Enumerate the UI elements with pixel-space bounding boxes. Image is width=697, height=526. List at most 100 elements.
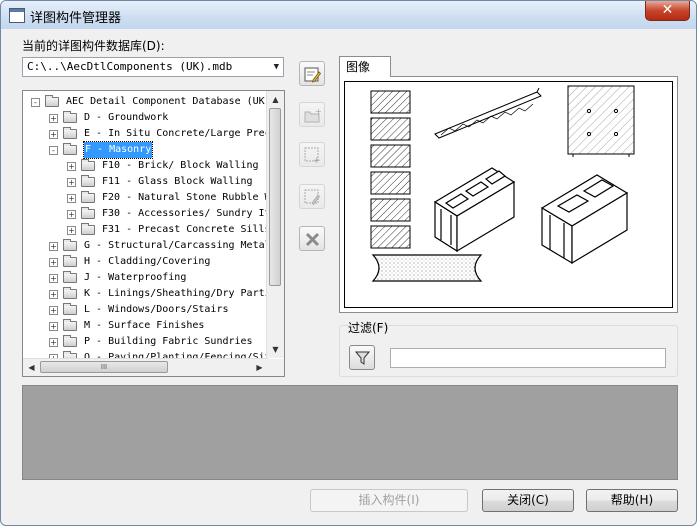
folder-icon bbox=[63, 255, 77, 267]
edit-component-icon bbox=[304, 189, 321, 206]
tree-item-label: J - Waterproofing bbox=[84, 272, 187, 283]
close-icon: ✕ bbox=[661, 2, 674, 18]
tree-item[interactable]: +Q - Paving/Planting/Fencing/Site Furnit… bbox=[23, 350, 268, 358]
expand-icon[interactable]: + bbox=[49, 306, 58, 315]
folder-icon bbox=[81, 223, 95, 235]
svg-text:+: + bbox=[315, 107, 321, 116]
component-tree[interactable]: - AEC Detail Component Database (UK) + D - … bbox=[22, 90, 285, 377]
folder-icon bbox=[81, 207, 95, 219]
folder-icon bbox=[81, 175, 95, 187]
expand-icon[interactable]: + bbox=[49, 274, 58, 283]
expand-icon[interactable]: + bbox=[67, 178, 76, 187]
delete-icon bbox=[305, 232, 320, 247]
chevron-down-icon[interactable]: ▼ bbox=[274, 58, 279, 76]
scrollbar-corner bbox=[267, 359, 284, 376]
scroll-up-icon[interactable]: ▲ bbox=[267, 91, 284, 108]
tree-item[interactable]: + M - Surface Finishes bbox=[23, 318, 268, 334]
expand-icon[interactable]: + bbox=[49, 242, 58, 251]
window-title: 详图构件管理器 bbox=[30, 11, 122, 26]
tree-item[interactable]: + F11 - Glass Block Walling bbox=[23, 174, 268, 190]
edit-icon bbox=[304, 67, 321, 83]
tree-item[interactable]: + K - Linings/Sheathing/Dry Partitioning bbox=[23, 286, 268, 302]
vertical-scroll-thumb[interactable] bbox=[269, 108, 281, 286]
tree-item[interactable]: + G - Structural/Carcassing Metal/Timber bbox=[23, 238, 268, 254]
tree-rows: - AEC Detail Component Database (UK) + D - … bbox=[23, 91, 268, 358]
help-button[interactable]: 帮助(H) bbox=[586, 489, 678, 512]
add-component-icon: + bbox=[304, 147, 321, 164]
folder-icon bbox=[63, 287, 77, 299]
tree-item-label: H - Cladding/Covering bbox=[84, 256, 211, 267]
scroll-right-icon[interactable]: ▶ bbox=[251, 359, 268, 376]
delete-button[interactable] bbox=[299, 226, 325, 251]
tree-item[interactable]: + F31 - Precast Concrete Sills bbox=[23, 222, 268, 238]
expand-icon[interactable]: + bbox=[67, 194, 76, 203]
expand-icon[interactable]: + bbox=[49, 114, 58, 123]
svg-text:+: + bbox=[313, 156, 321, 164]
tree-item-label: M - Surface Finishes bbox=[84, 320, 205, 331]
tree-item-label: Q - Paving/Planting/Fencing/Site Furnitu… bbox=[84, 352, 268, 358]
tree-item[interactable]: - F - Masonry bbox=[23, 141, 268, 159]
tree-item-label: L - Windows/Doors/Stairs bbox=[84, 304, 229, 315]
app-icon bbox=[9, 8, 25, 23]
tree-item[interactable]: + P - Building Fabric Sundries bbox=[23, 334, 268, 350]
expand-icon[interactable]: + bbox=[49, 258, 58, 267]
new-category-button[interactable]: + bbox=[299, 102, 325, 127]
edit-database-button[interactable] bbox=[299, 61, 325, 86]
expand-icon[interactable]: + bbox=[67, 162, 76, 171]
tree-item[interactable]: + F20 - Natural Stone Rubble Walling bbox=[23, 190, 268, 206]
database-label: 当前的详图构件数据库(D): bbox=[22, 39, 165, 53]
image-tab-pane bbox=[339, 76, 678, 313]
database-combo[interactable]: C:\..\AecDtlComponents (UK).mdb ▼ bbox=[22, 57, 284, 77]
tree-item-label: D - Groundwork bbox=[84, 112, 169, 123]
tree-item-label: F31 - Precast Concrete Sills bbox=[102, 224, 268, 235]
tree-item-label: F10 - Brick/ Block Walling bbox=[102, 160, 259, 171]
tree-item-label: AEC Detail Component Database (UK) bbox=[66, 96, 268, 107]
horizontal-scroll-thumb[interactable]: III bbox=[40, 361, 168, 373]
scroll-down-icon[interactable]: ▼ bbox=[267, 341, 284, 358]
filter-button[interactable] bbox=[349, 345, 375, 370]
tree-horizontal-scrollbar[interactable]: ◀ III ▶ bbox=[23, 358, 268, 376]
insert-component-button[interactable]: 插入构件(I) bbox=[310, 489, 468, 512]
tree-item-label: K - Linings/Sheathing/Dry Partitioning bbox=[84, 288, 268, 299]
expand-icon[interactable]: + bbox=[49, 130, 58, 139]
collapse-icon[interactable]: - bbox=[31, 98, 40, 107]
masonry-preview-image bbox=[370, 85, 635, 282]
collapse-icon[interactable]: - bbox=[49, 146, 58, 155]
folder-icon bbox=[63, 127, 77, 139]
folder-icon bbox=[81, 159, 95, 171]
close-window-button[interactable]: ✕ bbox=[645, 1, 690, 21]
expand-icon[interactable]: + bbox=[67, 226, 76, 235]
component-preview bbox=[344, 81, 673, 308]
tree-item-label: F - Masonry bbox=[82, 141, 154, 159]
tree-item[interactable]: + E - In Situ Concrete/Large Precast Conc… bbox=[23, 126, 268, 142]
tree-item[interactable]: + D - Groundwork bbox=[23, 110, 268, 126]
database-path: C:\..\AecDtlComponents (UK).mdb bbox=[27, 60, 233, 73]
tree-item[interactable]: + F30 - Accessories/ Sundry Items bbox=[23, 206, 268, 222]
scroll-left-icon[interactable]: ◀ bbox=[23, 359, 40, 376]
edit-component-button[interactable] bbox=[299, 184, 325, 209]
folder-icon bbox=[63, 111, 77, 123]
tree-item[interactable]: - AEC Detail Component Database (UK) bbox=[23, 94, 268, 110]
tree-item[interactable]: + L - Windows/Doors/Stairs bbox=[23, 302, 268, 318]
close-button[interactable]: 关闭(C) bbox=[482, 489, 574, 512]
title-bar: 详图构件管理器 ✕ bbox=[1, 1, 696, 29]
expand-icon[interactable]: + bbox=[49, 290, 58, 299]
tree-item[interactable]: + J - Waterproofing bbox=[23, 270, 268, 286]
folder-icon bbox=[63, 319, 77, 331]
expand-icon[interactable]: + bbox=[49, 322, 58, 331]
expand-icon[interactable]: + bbox=[49, 338, 58, 347]
new-folder-icon: + bbox=[304, 107, 321, 123]
expand-icon[interactable]: + bbox=[67, 210, 76, 219]
folder-icon bbox=[63, 303, 77, 315]
filter-input[interactable] bbox=[390, 348, 666, 368]
tree-item[interactable]: + H - Cladding/Covering bbox=[23, 254, 268, 270]
folder-icon bbox=[45, 95, 59, 107]
tree-item-label: G - Structural/Carcassing Metal/Timber bbox=[84, 240, 268, 251]
tree-item-label: F20 - Natural Stone Rubble Walling bbox=[102, 192, 268, 203]
tree-item-label: F11 - Glass Block Walling bbox=[102, 176, 253, 187]
filter-label: 过滤(F) bbox=[348, 321, 389, 335]
tab-image[interactable]: 图像 bbox=[339, 56, 391, 77]
tree-vertical-scrollbar[interactable]: ▲ ▼ bbox=[266, 91, 284, 358]
tree-item[interactable]: + F10 - Brick/ Block Walling bbox=[23, 158, 268, 174]
new-component-button[interactable]: + bbox=[299, 142, 325, 167]
